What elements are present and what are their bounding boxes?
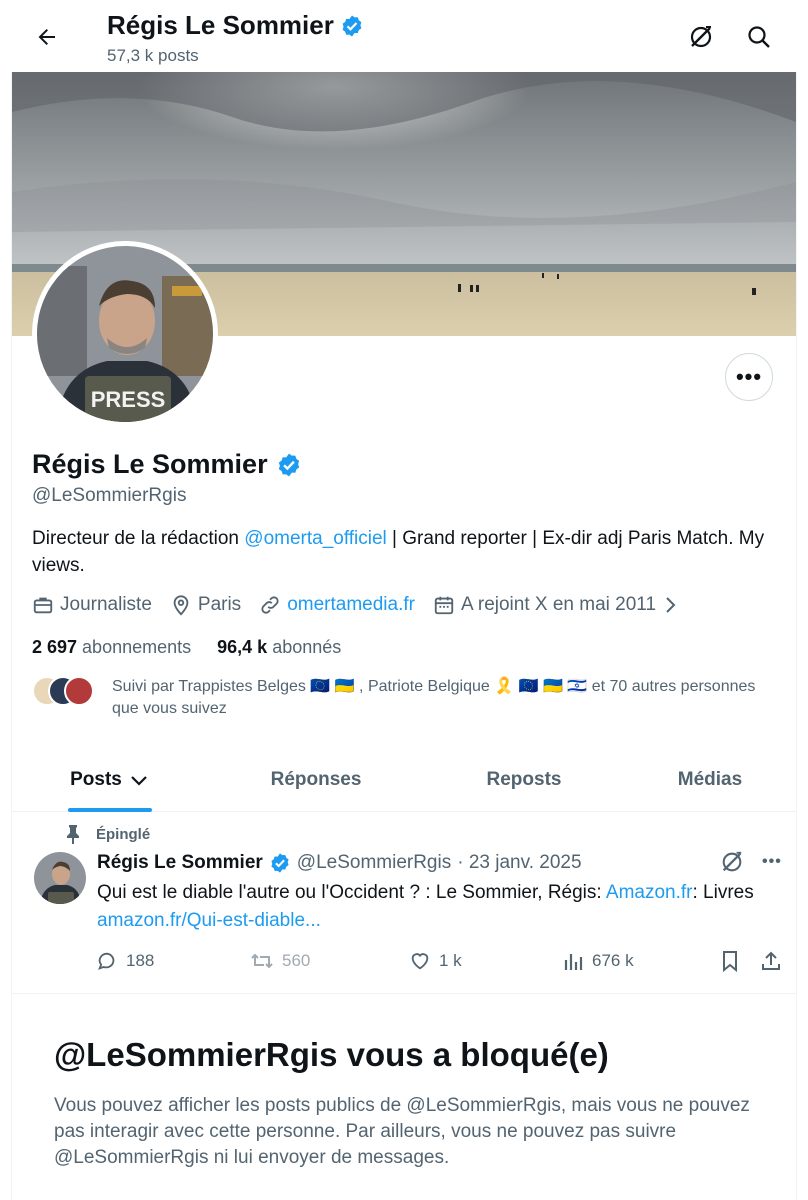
post-author[interactable]: Régis Le Sommier [97,852,263,874]
profile-handle: @LeSommierRgis [32,485,187,506]
profile-avatar[interactable]: PRESS [32,241,218,427]
tab-media-label: Médias [677,769,743,790]
post-text: Qui est le diable l'autre ou l'Occident … [97,879,757,935]
search-button[interactable] [742,20,776,54]
follow-stats: 2 697 abonnements 96,4 k abonnés [32,637,341,658]
chevron-down-icon [131,776,147,786]
profession-item: Journaliste [32,594,152,616]
bookmark-button[interactable] [720,950,740,972]
post-link-url[interactable]: amazon.fr/Qui-est-diable... [97,910,321,931]
followers-label: abonnés [272,637,342,657]
website-link[interactable]: omertamedia.fr [287,594,415,616]
tab-media[interactable]: Médias [624,748,796,812]
header-name: Régis Le Sommier [107,10,334,40]
views-chart-icon [564,954,583,970]
post-header: Régis Le Sommier @LeSommierRgis · 23 jan… [97,852,582,874]
chevron-right-icon [666,597,676,613]
briefcase-icon [33,597,53,614]
active-tab-indicator [68,808,152,812]
followed-by-names: Suivi par Trappistes Belges 🇪🇺 🇺🇦 , Patr… [112,678,592,695]
header-title: Régis Le Sommier [107,10,364,41]
location-pin-icon [173,595,189,616]
calendar-icon [434,596,454,615]
back-button[interactable] [30,20,64,54]
reply-icon [98,952,115,970]
post-text-part2: : Livres [692,882,754,903]
post-date[interactable]: · 23 janv. 2025 [457,852,581,874]
profile-meta: Journaliste Paris omertamedia.fr A rejoi… [32,594,696,616]
verified-badge-icon[interactable] [269,852,291,874]
profile-name-row: Régis Le Sommier [32,449,302,480]
reply-button[interactable]: 188 [96,950,154,972]
pinned-label: Épinglé [96,825,151,843]
post-tools: ••• [720,850,782,874]
post-text-part1: Qui est le diable l'autre ou l'Occident … [97,882,606,903]
profile-tabs: Posts Réponses Reposts Médias [12,748,796,812]
blocked-message: Vous pouvez afficher les posts publics d… [54,1095,750,1168]
back-arrow-icon [38,29,55,45]
link-icon [261,596,279,614]
share-button[interactable] [760,950,782,972]
bio-text-prefix: Directeur de la rédaction [32,528,245,549]
pinned-indicator: Épinglé [64,824,150,844]
press-label: PRESS [91,387,166,412]
pin-icon [67,825,79,844]
verified-badge-icon [342,15,362,36]
tab-posts-label: Posts [70,769,122,790]
top-bar: Régis Le Sommier 57,3 k posts [0,0,808,72]
views-button[interactable]: 676 k [564,950,634,972]
search-icon [748,26,770,48]
following-count: 2 697 [32,637,78,657]
tab-replies-label: Réponses [270,769,362,790]
following-label: abonnements [82,637,192,657]
profession-text: Journaliste [60,594,152,615]
share-icon [762,951,780,970]
followed-by-text[interactable]: Suivi par Trappistes Belges 🇪🇺 🇺🇦 , Patr… [112,676,762,720]
bookmark-icon [723,951,737,972]
grok-icon [690,26,712,48]
profile-bio: Directeur de la rédaction @omerta_offici… [32,525,792,579]
reply-count: 188 [126,951,155,970]
location-item: Paris [170,594,241,616]
repost-count: 560 [282,951,311,970]
followers-count: 96,4 k [217,637,268,657]
like-button[interactable]: 1 k [409,950,462,972]
tab-reposts-label: Reposts [486,769,562,790]
heart-icon [411,953,429,970]
tab-posts[interactable]: Posts [12,748,208,812]
joined-text: A rejoint X en mai 2011 [460,594,657,615]
post-actions: 188 560 1 k 676 k [96,950,786,978]
section-divider [12,993,796,994]
tab-reposts[interactable]: Reposts [424,748,624,812]
profile-name: Régis Le Sommier [32,449,268,479]
website-item[interactable]: omertamedia.fr [259,594,415,616]
post-handle[interactable]: @LeSommierRgis [297,852,451,874]
views-count: 676 k [592,951,634,970]
following-stat[interactable]: 2 697 abonnements [32,637,191,658]
bio-mention-link[interactable]: @omerta_officiel [244,528,387,549]
location-text: Paris [197,594,242,615]
repost-icon [251,953,273,969]
verified-badge-icon[interactable] [276,452,302,478]
post-more-button[interactable]: ••• [762,853,782,871]
header-post-count: 57,3 k posts [107,46,199,65]
tab-replies[interactable]: Réponses [208,748,424,812]
follower-avatar [64,676,94,706]
post-avatar[interactable] [34,852,86,904]
joined-item[interactable]: A rejoint X en mai 2011 [433,594,678,616]
blocked-title: @LeSommierRgis vous a bloqué(e) [54,1036,609,1073]
more-options-button[interactable]: ••• [725,353,773,401]
followed-by-avatars[interactable] [32,676,94,706]
grok-icon[interactable] [720,850,744,874]
post-link-amazon[interactable]: Amazon.fr [606,882,693,903]
followers-stat[interactable]: 96,4 k abonnés [217,637,341,658]
like-count: 1 k [439,951,462,970]
grok-button[interactable] [684,20,718,54]
repost-button[interactable]: 560 [250,950,310,972]
